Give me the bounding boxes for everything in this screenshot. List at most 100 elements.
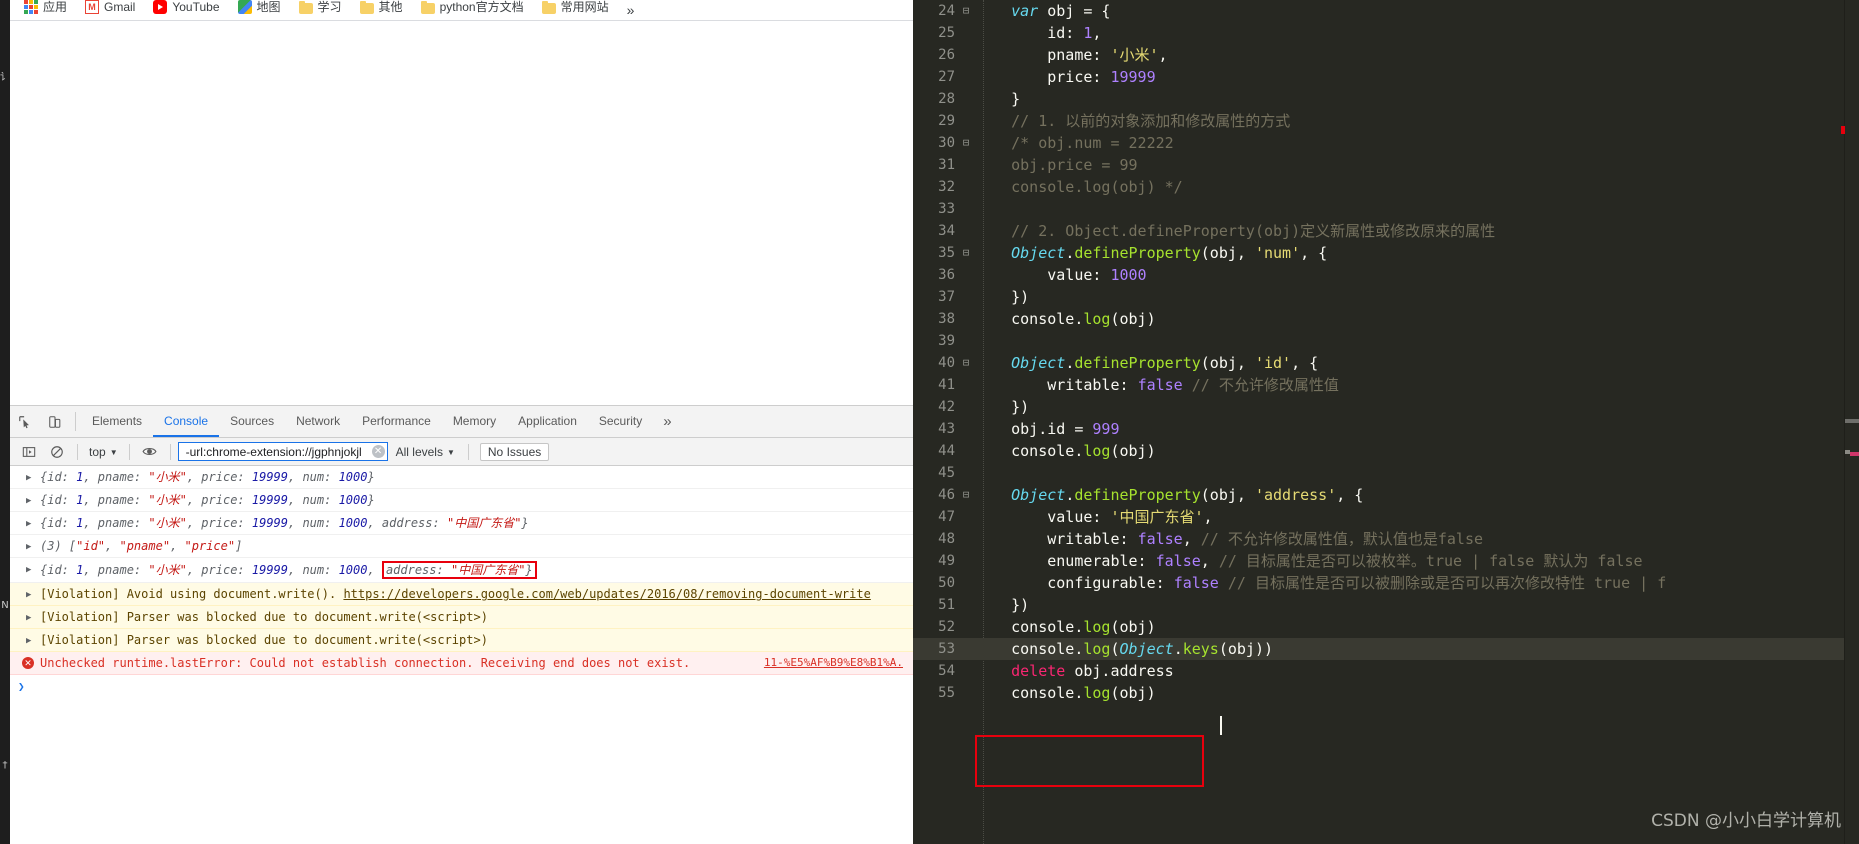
- code-line[interactable]: 37 }): [913, 286, 1859, 308]
- console-warning-message[interactable]: ▶ [Violation] Parser was blocked due to d…: [10, 606, 913, 629]
- code-editor[interactable]: 24 ⊟ var obj = {25 id: 1, 26 pname: '小米', 2…: [913, 0, 1859, 844]
- bookmark-label: 其他: [378, 0, 403, 14]
- show-console-sidebar-icon[interactable]: [16, 441, 42, 463]
- code-line[interactable]: 47 value: '中国广东省',: [913, 506, 1859, 528]
- code-line[interactable]: 25 id: 1,: [913, 22, 1859, 44]
- log-levels-selector[interactable]: All levels ▼: [390, 445, 461, 459]
- code-token: , {: [1291, 354, 1319, 372]
- code-line[interactable]: 36 value: 1000: [913, 264, 1859, 286]
- tab-security[interactable]: Security: [588, 406, 653, 437]
- expand-arrow-icon[interactable]: ▶: [26, 633, 31, 649]
- device-toolbar-icon[interactable]: [40, 406, 70, 437]
- bookmark-item[interactable]: YouTube: [153, 0, 228, 17]
- bookmark-item[interactable]: 学习: [298, 0, 351, 17]
- expand-arrow-icon[interactable]: ▶: [26, 470, 31, 486]
- fold-toggle-icon[interactable]: ⊟: [961, 484, 971, 506]
- code-line[interactable]: 34 // 2. Object.defineProperty(obj)定义新属性…: [913, 220, 1859, 242]
- line-number: 36: [938, 267, 955, 283]
- error-source-link[interactable]: 11-%E5%AF%B9%E8%B1%A.: [764, 655, 903, 671]
- code-line[interactable]: 26 pname: '小米',: [913, 44, 1859, 66]
- code-line[interactable]: 40 ⊟ Object.defineProperty(obj, 'id', {: [913, 352, 1859, 374]
- console-warning-message[interactable]: ▶ [Violation] Avoid using document.write(…: [10, 583, 913, 606]
- code-line[interactable]: 32 console.log(obj) */: [913, 176, 1859, 198]
- tab-console[interactable]: Console: [153, 406, 220, 437]
- code-token: (obj): [1110, 618, 1156, 636]
- browser-window: 应用 M Gmail YouTube 地图 学习 其他 python官方文档 常用网站 »: [10, 0, 913, 844]
- inspect-element-icon[interactable]: [10, 406, 40, 437]
- code-line[interactable]: 54 delete obj.address: [913, 660, 1859, 682]
- tab-sources[interactable]: Sources: [219, 406, 285, 437]
- expand-arrow-icon[interactable]: ▶: [26, 516, 31, 532]
- bookmark-item[interactable]: 常用网站: [541, 0, 618, 17]
- tab-elements[interactable]: Elements: [81, 406, 153, 437]
- issues-button[interactable]: No Issues: [479, 442, 550, 461]
- code-text: value: '中国广东省',: [975, 506, 1212, 528]
- console-log-message[interactable]: ▶ {id: 1, pname: "小米", price: 19999, num:…: [10, 466, 913, 489]
- code-line[interactable]: 30 ⊟ /* obj.num = 22222: [913, 132, 1859, 154]
- code-line[interactable]: 41 writable: false // 不允许修改属性值: [913, 374, 1859, 396]
- editor-scrollbar[interactable]: [1844, 0, 1859, 844]
- tab-performance[interactable]: Performance: [351, 406, 442, 437]
- code-line[interactable]: 51 }): [913, 594, 1859, 616]
- tab-application[interactable]: Application: [507, 406, 588, 437]
- code-line[interactable]: 29 // 1. 以前的对象添加和修改属性的方式: [913, 110, 1859, 132]
- expand-arrow-icon[interactable]: ▶: [26, 539, 31, 555]
- expand-arrow-icon[interactable]: ▶: [26, 610, 31, 626]
- code-line[interactable]: 27 price: 19999: [913, 66, 1859, 88]
- console-prompt[interactable]: ❯: [10, 675, 913, 693]
- message-link[interactable]: https://developers.google.com/web/update…: [343, 587, 870, 601]
- code-line[interactable]: 42 }): [913, 396, 1859, 418]
- live-expression-icon[interactable]: [137, 441, 163, 463]
- js-context-selector[interactable]: top ▼: [85, 445, 122, 459]
- bookmark-item[interactable]: 其他: [359, 0, 412, 17]
- code-line[interactable]: 45: [913, 462, 1859, 484]
- code-line[interactable]: 48 writable: false, // 不允许修改属性值，默认值也是fal…: [913, 528, 1859, 550]
- more-tabs-icon[interactable]: »: [653, 406, 681, 437]
- expand-arrow-icon[interactable]: ▶: [26, 587, 31, 603]
- tab-memory[interactable]: Memory: [442, 406, 507, 437]
- bookmarks-overflow-icon[interactable]: »: [627, 2, 644, 18]
- code-line[interactable]: 49 enumerable: false, // 目标属性是否可以被枚举。tru…: [913, 550, 1859, 572]
- fold-toggle-icon[interactable]: ⊟: [961, 352, 971, 374]
- console-warning-message[interactable]: ▶ [Violation] Parser was blocked due to d…: [10, 629, 913, 652]
- code-line[interactable]: 52 console.log(obj): [913, 616, 1859, 638]
- console-filter-box[interactable]: ✕: [177, 442, 388, 461]
- code-line[interactable]: 24 ⊟ var obj = {: [913, 0, 1859, 22]
- console-log-message[interactable]: ▶ {id: 1, pname: "小米", price: 19999, num:…: [10, 512, 913, 535]
- console-log-message[interactable]: ▶ (3) ["id", "pname", "price"]: [10, 535, 913, 558]
- code-token: Object: [1011, 244, 1066, 262]
- code-line[interactable]: 53 console.log(Object.keys(obj)): [913, 638, 1859, 660]
- annotation-box-delete: [975, 735, 1204, 787]
- bookmark-item[interactable]: M Gmail: [85, 0, 144, 17]
- console-error-message[interactable]: ✕ Unchecked runtime.lastError: Could not …: [10, 652, 913, 675]
- code-line[interactable]: 31 obj.price = 99: [913, 154, 1859, 176]
- console-log-message[interactable]: ▶ {id: 1, pname: "小米", price: 19999, num:…: [10, 489, 913, 512]
- console-filter-input[interactable]: [183, 443, 370, 460]
- bookmark-label: 地图: [256, 0, 281, 14]
- code-line[interactable]: 50 configurable: false // 目标属性是否可以被删除或是否…: [913, 572, 1859, 594]
- clear-input-icon[interactable]: ✕: [371, 445, 385, 458]
- expand-arrow-icon[interactable]: ▶: [26, 493, 31, 509]
- fold-toggle-icon[interactable]: ⊟: [961, 132, 971, 154]
- code-line[interactable]: 28 }: [913, 88, 1859, 110]
- code-line[interactable]: 44 console.log(obj): [913, 440, 1859, 462]
- clear-console-icon[interactable]: [44, 441, 70, 463]
- code-line[interactable]: 43 obj.id = 999: [913, 418, 1859, 440]
- fold-toggle-icon[interactable]: ⊟: [961, 0, 971, 22]
- bookmark-item[interactable]: 地图: [237, 0, 290, 17]
- code-line[interactable]: 46 ⊟ Object.defineProperty(obj, 'address'…: [913, 484, 1859, 506]
- bookmark-item[interactable]: python官方文档: [420, 0, 533, 17]
- code-line[interactable]: 33: [913, 198, 1859, 220]
- editor-code-lines[interactable]: 24 ⊟ var obj = {25 id: 1, 26 pname: '小米', 2…: [913, 0, 1859, 704]
- console-log-message[interactable]: ▶ {id: 1, pname: "小米", price: 19999, num:…: [10, 558, 913, 583]
- code-line[interactable]: 35 ⊟ Object.defineProperty(obj, 'num', {: [913, 242, 1859, 264]
- console-message-list[interactable]: ▶ {id: 1, pname: "小米", price: 19999, num:…: [10, 466, 913, 844]
- code-line[interactable]: 55 console.log(obj): [913, 682, 1859, 704]
- expand-arrow-icon[interactable]: ▶: [26, 562, 31, 578]
- bookmark-item[interactable]: 应用: [24, 0, 76, 17]
- code-line[interactable]: 38 console.log(obj): [913, 308, 1859, 330]
- fold-toggle-icon[interactable]: ⊟: [961, 242, 971, 264]
- code-line[interactable]: 39: [913, 330, 1859, 352]
- tab-network[interactable]: Network: [285, 406, 351, 437]
- web-page-viewport[interactable]: [10, 20, 913, 406]
